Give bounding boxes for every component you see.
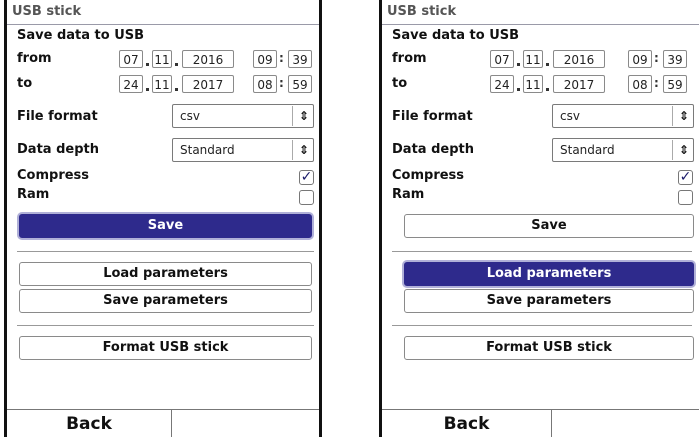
to-label: to: [392, 76, 408, 91]
divider: [392, 251, 692, 252]
date-dot: [175, 88, 178, 91]
ram-checkbox[interactable]: [678, 190, 693, 205]
screen-title: USB stick: [7, 0, 319, 25]
from-minute-field[interactable]: 39: [663, 50, 687, 68]
updown-arrow-icon: ⇕: [298, 109, 309, 123]
to-label: to: [17, 76, 33, 91]
from-day-field[interactable]: 07: [119, 50, 143, 68]
save-button[interactable]: Save: [404, 214, 694, 238]
usb-screen-left: USB stick Save data to USB from 07 11 20…: [4, 0, 322, 437]
updown-arrow-icon: ⇕: [298, 143, 309, 157]
date-dot: [517, 88, 520, 91]
save-parameters-button[interactable]: Save parameters: [19, 289, 312, 313]
from-month-field[interactable]: 11: [152, 50, 172, 68]
to-minute-field[interactable]: 59: [288, 75, 312, 93]
load-parameters-button[interactable]: Load parameters: [404, 262, 694, 286]
updown-arrow-icon: ⇕: [678, 109, 689, 123]
file-format-value: csv: [180, 109, 200, 123]
divider: [17, 325, 314, 326]
select-separator: [672, 106, 673, 126]
divider: [17, 251, 314, 252]
time-colon: :: [279, 51, 284, 65]
from-hour-field[interactable]: 09: [628, 50, 652, 68]
format-usb-button[interactable]: Format USB stick: [19, 336, 312, 360]
date-dot: [546, 88, 549, 91]
to-day-field[interactable]: 24: [119, 75, 143, 93]
from-label: from: [392, 51, 427, 66]
compress-checkbox[interactable]: ✓: [678, 170, 693, 185]
to-hour-field[interactable]: 08: [253, 75, 277, 93]
format-usb-button[interactable]: Format USB stick: [404, 336, 694, 360]
screen-title: USB stick: [382, 0, 699, 25]
time-colon: :: [279, 76, 284, 90]
from-minute-field[interactable]: 39: [288, 50, 312, 68]
file-format-select[interactable]: csv ⇕: [552, 104, 694, 128]
to-day-field[interactable]: 24: [490, 75, 514, 93]
back-button[interactable]: Back: [7, 410, 172, 437]
to-minute-field[interactable]: 59: [663, 75, 687, 93]
data-depth-select[interactable]: Standard ⇕: [172, 138, 314, 162]
select-separator: [292, 106, 293, 126]
file-format-select[interactable]: csv ⇕: [172, 104, 314, 128]
date-dot: [175, 63, 178, 66]
file-format-value: csv: [560, 109, 580, 123]
ram-label: Ram: [392, 187, 425, 202]
from-day-field[interactable]: 07: [490, 50, 514, 68]
ram-label: Ram: [17, 187, 50, 202]
save-button[interactable]: Save: [19, 214, 312, 238]
from-hour-field[interactable]: 09: [253, 50, 277, 68]
file-format-label: File format: [392, 109, 473, 124]
compress-label: Compress: [392, 168, 465, 183]
data-depth-select[interactable]: Standard ⇕: [552, 138, 694, 162]
checkmark-icon: ✓: [300, 169, 313, 185]
load-parameters-button[interactable]: Load parameters: [19, 262, 312, 286]
date-dot: [146, 63, 149, 66]
data-depth-value: Standard: [560, 143, 615, 157]
select-separator: [672, 140, 673, 160]
time-colon: :: [654, 76, 659, 90]
select-separator: [292, 140, 293, 160]
file-format-label: File format: [17, 109, 98, 124]
data-depth-label: Data depth: [392, 142, 474, 157]
save-parameters-button[interactable]: Save parameters: [404, 289, 694, 313]
data-depth-label: Data depth: [17, 142, 99, 157]
updown-arrow-icon: ⇕: [678, 143, 689, 157]
to-month-field[interactable]: 11: [523, 75, 543, 93]
date-dot: [517, 63, 520, 66]
to-month-field[interactable]: 11: [152, 75, 172, 93]
from-year-field[interactable]: 2016: [182, 50, 234, 68]
save-data-heading: Save data to USB: [17, 28, 145, 43]
softkey-bar: Back: [382, 409, 699, 437]
date-dot: [546, 63, 549, 66]
data-depth-value: Standard: [180, 143, 235, 157]
to-year-field[interactable]: 2017: [182, 75, 234, 93]
from-label: from: [17, 51, 52, 66]
date-dot: [146, 88, 149, 91]
compress-label: Compress: [17, 168, 90, 183]
divider: [392, 325, 692, 326]
usb-screen-right: USB stick Save data to USB from 07 11 20…: [379, 0, 699, 437]
back-button[interactable]: Back: [382, 410, 552, 437]
to-year-field[interactable]: 2017: [553, 75, 605, 93]
softkey-bar: Back: [7, 409, 319, 437]
ram-checkbox[interactable]: [299, 190, 314, 205]
save-data-heading: Save data to USB: [392, 28, 520, 43]
time-colon: :: [654, 51, 659, 65]
from-month-field[interactable]: 11: [523, 50, 543, 68]
from-year-field[interactable]: 2016: [553, 50, 605, 68]
to-hour-field[interactable]: 08: [628, 75, 652, 93]
checkmark-icon: ✓: [679, 169, 692, 185]
compress-checkbox[interactable]: ✓: [299, 170, 314, 185]
